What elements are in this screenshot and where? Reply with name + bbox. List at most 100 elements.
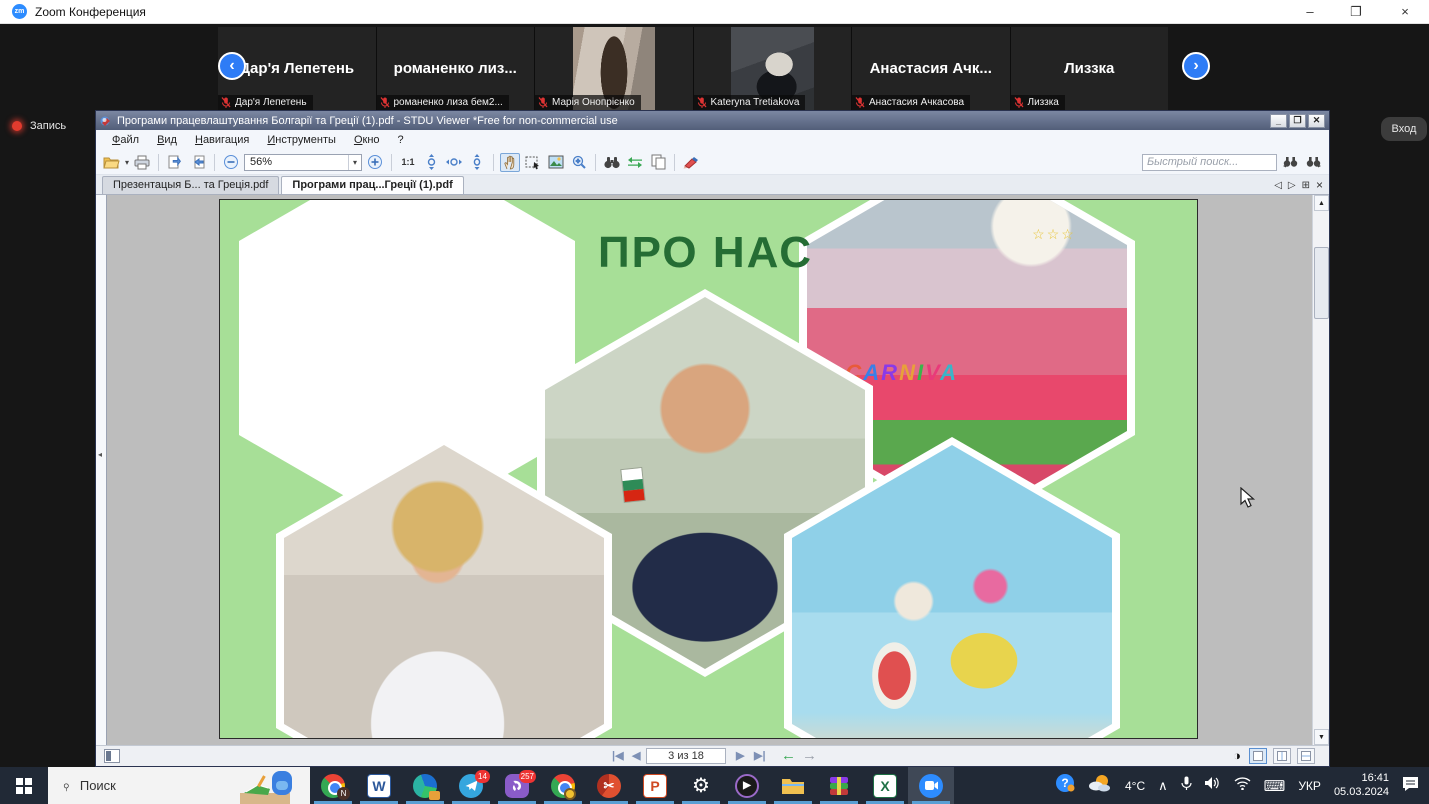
document-tab-active[interactable]: Програми прац...Греції (1).pdf xyxy=(281,176,463,194)
rotate-page-icon[interactable]: ◑ xyxy=(1233,748,1241,763)
taskbar-app-word[interactable]: W xyxy=(356,767,402,804)
record-dot-icon xyxy=(12,121,22,131)
zoom-in-icon[interactable] xyxy=(365,153,385,172)
zoom-close-button[interactable]: × xyxy=(1388,0,1422,23)
zoom-minimize-button[interactable]: – xyxy=(1293,0,1327,23)
scroll-down-icon[interactable]: ▼ xyxy=(1314,729,1329,745)
taskbar-app-zoom[interactable] xyxy=(908,767,954,804)
select-text-icon[interactable] xyxy=(523,153,543,172)
menu-navigation[interactable]: Навигация xyxy=(187,132,257,148)
document-area[interactable]: ◂ ☆☆☆ CARNIVA xyxy=(96,195,1329,745)
pdf-page[interactable]: ☆☆☆ CARNIVA ПРО НАС xyxy=(219,199,1198,739)
toggle-sidebar-button[interactable] xyxy=(104,749,120,763)
participant-name-label: Дар'я Лепетень xyxy=(218,95,313,110)
menu-window[interactable]: Окно xyxy=(346,132,388,148)
taskbar-app-snip[interactable]: ✂ xyxy=(586,767,632,804)
page-indicator[interactable]: 3 из 18 xyxy=(646,748,726,764)
strip-next-button[interactable]: › xyxy=(1182,52,1210,80)
tray-overflow-chevron-icon[interactable]: ∧ xyxy=(1158,778,1168,794)
fit-width-icon[interactable] xyxy=(444,153,464,172)
taskbar-app-excel[interactable]: X xyxy=(862,767,908,804)
participant-tile[interactable]: Kateryna Tretiakova xyxy=(694,27,852,110)
weather-icon[interactable] xyxy=(1088,773,1112,798)
participant-name-label: Марія Онопрієнко xyxy=(535,95,641,110)
taskbar-app-media-player[interactable]: ▶ xyxy=(724,767,770,804)
hand-tool-icon[interactable] xyxy=(500,153,520,172)
wifi-tray-icon[interactable] xyxy=(1234,777,1251,795)
single-page-layout-button[interactable] xyxy=(1249,748,1267,764)
taskbar-app-telegram[interactable]: 14 xyxy=(448,767,494,804)
taskbar-app-viber[interactable]: 257 xyxy=(494,767,540,804)
previous-page-button[interactable]: ◀ xyxy=(632,749,640,762)
stdu-titlebar[interactable]: Програми працевлаштування Болгарії та Гр… xyxy=(96,111,1329,130)
start-button[interactable] xyxy=(0,767,48,804)
facing-pages-layout-button[interactable] xyxy=(1273,748,1291,764)
taskbar-app-powerpoint[interactable]: P xyxy=(632,767,678,804)
taskbar-app-winrar[interactable] xyxy=(816,767,862,804)
sidebar-splitter[interactable]: ◂ xyxy=(96,195,107,745)
menu-file[interactable]: Файл xyxy=(104,132,147,148)
continuous-layout-button[interactable] xyxy=(1297,748,1315,764)
export-page-icon[interactable] xyxy=(165,153,185,172)
select-image-icon[interactable] xyxy=(546,153,566,172)
temperature-label[interactable]: 4°C xyxy=(1125,779,1145,793)
tab-close-icon[interactable]: × xyxy=(1316,178,1323,192)
taskbar-search[interactable]: ⌕ Поиск xyxy=(48,767,310,804)
tab-scroll-right-icon[interactable]: ▷ xyxy=(1288,180,1296,191)
taskbar-app-explorer[interactable] xyxy=(770,767,816,804)
tab-list-icon[interactable]: ⊞ xyxy=(1302,180,1310,191)
document-tab[interactable]: Презентацыя Б... та Греція.pdf xyxy=(102,176,279,194)
taskbar-app-settings[interactable]: ⚙ xyxy=(678,767,724,804)
notification-center-icon[interactable] xyxy=(1402,776,1419,796)
next-page-button[interactable]: ▶ xyxy=(736,749,744,762)
scroll-up-icon[interactable]: ▲ xyxy=(1314,195,1329,211)
fit-height-icon[interactable] xyxy=(467,153,487,172)
volume-tray-icon[interactable] xyxy=(1205,776,1221,795)
stdu-close-button[interactable]: ✕ xyxy=(1308,114,1325,128)
print-icon[interactable] xyxy=(132,153,152,172)
import-page-icon[interactable] xyxy=(188,153,208,172)
participant-tile[interactable]: Марія Онопрієнко xyxy=(535,27,693,110)
menu-view[interactable]: Вид xyxy=(149,132,185,148)
first-page-button[interactable]: |◀ xyxy=(612,749,624,762)
scrollbar-thumb[interactable] xyxy=(1314,247,1329,319)
actual-size-icon[interactable]: 1:1 xyxy=(398,153,418,172)
menu-tools[interactable]: Инструменты xyxy=(259,132,344,148)
search-binoculars-icon[interactable] xyxy=(602,153,622,172)
participant-tile[interactable]: романенко лиз... романенко лиза бем2... xyxy=(377,27,535,110)
taskbar-app-chrome[interactable]: N xyxy=(310,767,356,804)
login-button[interactable]: Вход xyxy=(1381,117,1427,141)
zoom-region-icon[interactable] xyxy=(569,153,589,172)
taskbar-app-chrome-profile2[interactable] xyxy=(540,767,586,804)
vertical-scrollbar[interactable]: ▲ ▼ xyxy=(1312,195,1329,745)
highlighter-icon[interactable] xyxy=(681,153,701,172)
open-file-icon[interactable] xyxy=(102,153,122,172)
copy-pages-icon[interactable] xyxy=(648,153,668,172)
taskbar-clock[interactable]: 16:41 05.03.2024 xyxy=(1334,772,1389,800)
menu-help[interactable]: ? xyxy=(390,132,412,148)
taskbar-app-edge[interactable] xyxy=(402,767,448,804)
find-previous-icon[interactable] xyxy=(1280,153,1300,172)
find-next-icon[interactable] xyxy=(1303,153,1323,172)
participant-tile[interactable]: Анастасия Ачк... Анастасия Ачкасова xyxy=(852,27,1010,110)
tab-scroll-left-icon[interactable]: ◁ xyxy=(1274,180,1282,191)
history-forward-icon[interactable]: → xyxy=(802,748,817,763)
quick-search-input[interactable] xyxy=(1142,154,1277,171)
stdu-restore-button[interactable]: ❐ xyxy=(1289,114,1306,128)
history-back-icon[interactable]: ← xyxy=(781,748,796,763)
fit-page-icon[interactable] xyxy=(421,153,441,172)
strip-prev-button[interactable]: ‹ xyxy=(218,52,246,80)
zoom-level-combobox[interactable]: 56% ▾ xyxy=(244,154,362,171)
swap-pages-icon[interactable] xyxy=(625,153,645,172)
participant-tile[interactable]: Лиззка Лиззка xyxy=(1011,27,1169,110)
help-tray-icon[interactable]: ? xyxy=(1055,773,1075,798)
language-indicator[interactable]: УКР xyxy=(1298,779,1321,793)
stdu-minimize-button[interactable]: _ xyxy=(1270,114,1287,128)
open-file-dropdown-icon[interactable]: ▾ xyxy=(125,158,129,167)
microphone-tray-icon[interactable] xyxy=(1181,776,1192,796)
last-page-button[interactable]: ▶| xyxy=(754,749,766,762)
keyboard-tray-icon[interactable]: ⌨ xyxy=(1264,777,1286,795)
zoom-restore-button[interactable]: ❐ xyxy=(1339,0,1373,23)
zoom-dropdown-icon[interactable]: ▾ xyxy=(348,155,361,170)
zoom-out-icon[interactable] xyxy=(221,153,241,172)
